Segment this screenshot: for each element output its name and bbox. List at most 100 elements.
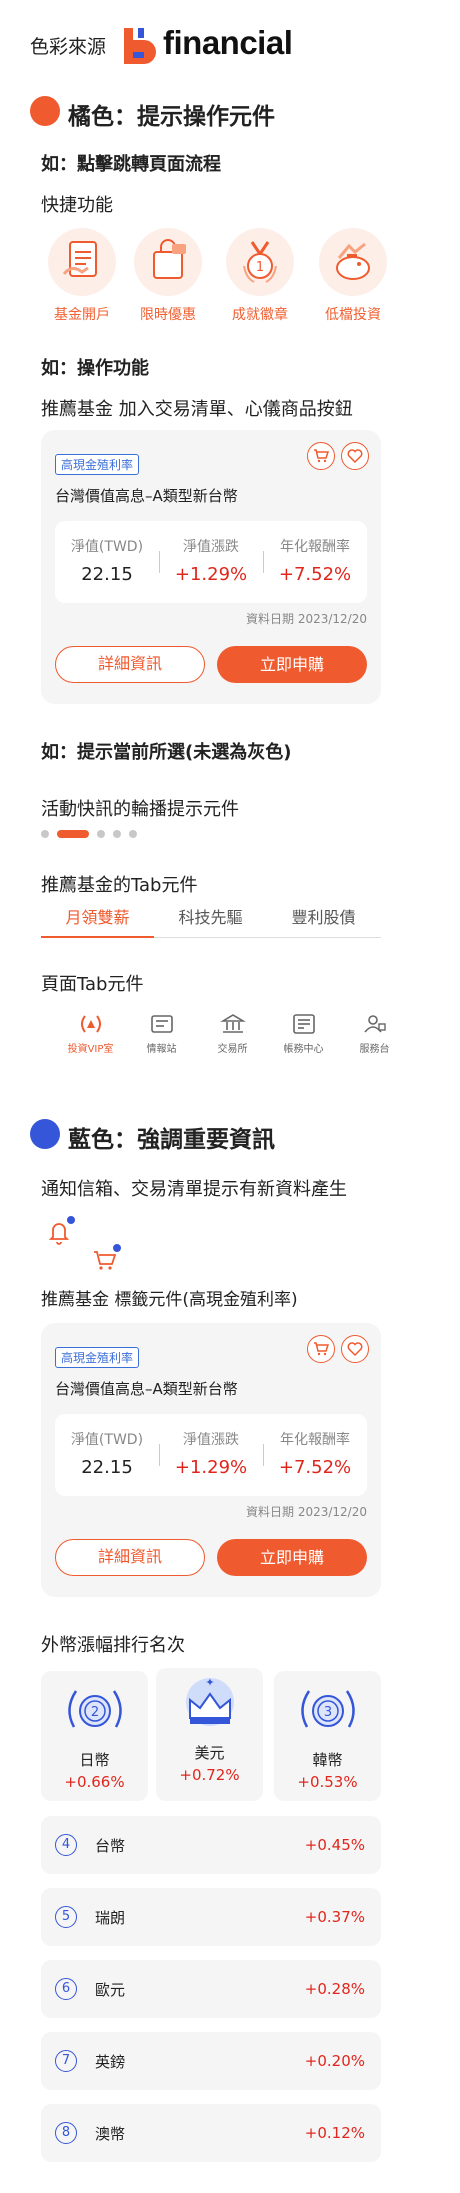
stat-label: 年化報酬率 [280, 539, 350, 555]
quick-item-fund-account[interactable]: 基金開戶 [42, 228, 122, 324]
page-tab-exchange[interactable]: 交易所 [197, 1012, 268, 1055]
quick-item-low-invest[interactable]: 低檔投資 [313, 228, 393, 324]
podium-currency: 韓幣 [312, 1751, 343, 1769]
favorite-heart-icon[interactable] [341, 442, 369, 470]
stat-label: 淨值漲跌 [183, 539, 239, 555]
statement-icon [292, 1014, 315, 1034]
rank-change: +0.12% [304, 2124, 365, 2142]
orange-swatch [30, 96, 60, 126]
piggy-bank-icon [319, 228, 387, 296]
fund-tabs: 月領雙薪 科技先驅 豐利股債 [41, 898, 381, 938]
quick-item-label: 基金開戶 [54, 307, 110, 323]
stat-label: 淨值(TWD) [70, 539, 144, 555]
carousel-dot[interactable] [113, 830, 121, 838]
blue-swatch [30, 1119, 60, 1149]
stat-label: 年化報酬率 [280, 1432, 350, 1448]
stat-annual-return: 年化報酬率 +7.52% [263, 521, 367, 603]
page-tab-label: 帳務中心 [283, 1044, 324, 1055]
fund-name: 台灣價值高息–A類型新台幣 [55, 1380, 238, 1398]
rank-currency: 台幣 [95, 1836, 126, 1855]
podium-rank-3[interactable]: 3 韓幣 +0.53% [274, 1671, 381, 1801]
buy-now-button[interactable]: 立即申購 [217, 1539, 367, 1576]
stat-value: 22.15 [81, 564, 133, 585]
page-tab-service[interactable]: 服務台 [339, 1012, 410, 1055]
page-tab-label: 交易所 [217, 1044, 248, 1055]
stat-value: +7.52% [278, 1457, 352, 1478]
rank-change: +0.20% [304, 2052, 365, 2070]
page-tab-accounts[interactable]: 帳務中心 [268, 1012, 339, 1055]
rank-change: +0.28% [304, 1980, 365, 1998]
news-icon [150, 1015, 173, 1033]
rank-number: 5 [55, 1906, 77, 1928]
rank-number: 7 [55, 2050, 77, 2072]
fund-tag: 高現金殖利率 [55, 1347, 140, 1368]
rank-currency: 英鎊 [95, 2052, 126, 2071]
stat-nav-change: 淨值漲跌 +1.29% [159, 1414, 263, 1496]
fund-card: 高現金殖利率 台灣價值高息–A類型新台幣 淨值(TWD) 22.15 淨值漲跌 … [41, 430, 381, 704]
notify-title: 通知信箱、交易清單提示有新資料產生 [41, 1179, 347, 1200]
medal-icon: 1 [226, 228, 294, 296]
detail-button[interactable]: 詳細資訊 [55, 646, 205, 683]
example-heading-1: 如：點擊跳轉頁面流程 [41, 154, 221, 175]
page-tab-title: 頁面Tab元件 [41, 974, 144, 995]
rank-row[interactable]: 6 歐元 +0.28% [41, 1960, 381, 2018]
trade-list-cart-icon[interactable] [91, 1244, 121, 1274]
stat-value: +1.29% [174, 564, 248, 585]
quick-item-limited-offer[interactable]: 限時優惠 [128, 228, 208, 324]
new-badge [113, 1244, 121, 1252]
bronze-medal-icon: 3 [300, 1690, 355, 1728]
podium-change: +0.72% [179, 1766, 240, 1784]
data-date: 資料日期 2023/12/20 [246, 612, 367, 626]
quick-functions-title: 快捷功能 [41, 195, 113, 216]
fund-card-title: 推薦基金 加入交易清單、心儀商品按鈕 [41, 399, 353, 420]
carousel-dot[interactable] [129, 830, 137, 838]
detail-button[interactable]: 詳細資訊 [55, 1539, 205, 1576]
stat-label: 淨值(TWD) [70, 1432, 144, 1448]
rank-currency: 瑞朗 [95, 1908, 126, 1927]
svg-text:1: 1 [256, 260, 264, 275]
podium-rank-2[interactable]: 2 日幣 +0.66% [41, 1671, 148, 1801]
carousel-dot[interactable] [41, 830, 49, 838]
rank-currency: 澳幣 [95, 2124, 126, 2143]
carousel-title: 活動快訊的輪播提示元件 [41, 799, 239, 820]
page-tab-news[interactable]: 情報站 [126, 1012, 197, 1055]
add-to-cart-icon[interactable] [307, 1335, 335, 1363]
rank-row[interactable]: 5 瑞朗 +0.37% [41, 1888, 381, 1946]
podium-currency: 美元 [194, 1744, 225, 1762]
page-title: 色彩來源 [30, 36, 107, 58]
stat-value: 22.15 [81, 1457, 133, 1478]
page-tab-label: 服務台 [359, 1044, 390, 1055]
quick-item-badges[interactable]: 1 成就徽章 [220, 228, 300, 324]
rank-row[interactable]: 4 台幣 +0.45% [41, 1816, 381, 1874]
rank-row[interactable]: 8 澳幣 +0.12% [41, 2104, 381, 2162]
stat-nav: 淨值(TWD) 22.15 [55, 1414, 159, 1496]
carousel-dot[interactable] [97, 830, 105, 838]
buy-now-button[interactable]: 立即申購 [217, 646, 367, 683]
podium-change: +0.66% [64, 1773, 125, 1791]
orange-section-title: 橘色：提示操作元件 [68, 104, 275, 130]
podium-rank-1[interactable]: ✦ 美元 +0.72% [156, 1668, 263, 1801]
rank-row[interactable]: 7 英鎊 +0.20% [41, 2032, 381, 2090]
rank-number: 6 [55, 1978, 77, 2000]
stat-value: +1.29% [174, 1457, 248, 1478]
fund-stats: 淨值(TWD) 22.15 淨值漲跌 +1.29% 年化報酬率 +7.52% [55, 1414, 367, 1496]
rank-change: +0.45% [304, 1836, 365, 1854]
add-to-cart-icon[interactable] [307, 442, 335, 470]
stat-value: +7.52% [278, 564, 352, 585]
podium-currency: 日幣 [79, 1751, 110, 1769]
tab-monthly[interactable]: 月領雙薪 [41, 898, 154, 938]
tab-stock-bond[interactable]: 豐利股債 [267, 898, 380, 937]
stat-annual-return: 年化報酬率 +7.52% [263, 1414, 367, 1496]
page-tab-vip[interactable]: 投資VIP室 [55, 1012, 126, 1055]
new-badge [67, 1216, 75, 1224]
example-heading-3: 如：提示當前所選(未選為灰色) [41, 742, 292, 763]
carousel-dot-active[interactable] [57, 830, 89, 838]
fund-account-icon [48, 228, 116, 296]
example-heading-2: 如：操作功能 [41, 358, 149, 379]
svg-text:✦: ✦ [205, 1676, 214, 1689]
bank-icon [219, 1014, 246, 1033]
tab-tech[interactable]: 科技先驅 [154, 898, 267, 937]
notification-bell-icon[interactable] [45, 1216, 75, 1246]
favorite-heart-icon[interactable] [341, 1335, 369, 1363]
silver-medal-icon: 2 [67, 1690, 122, 1728]
